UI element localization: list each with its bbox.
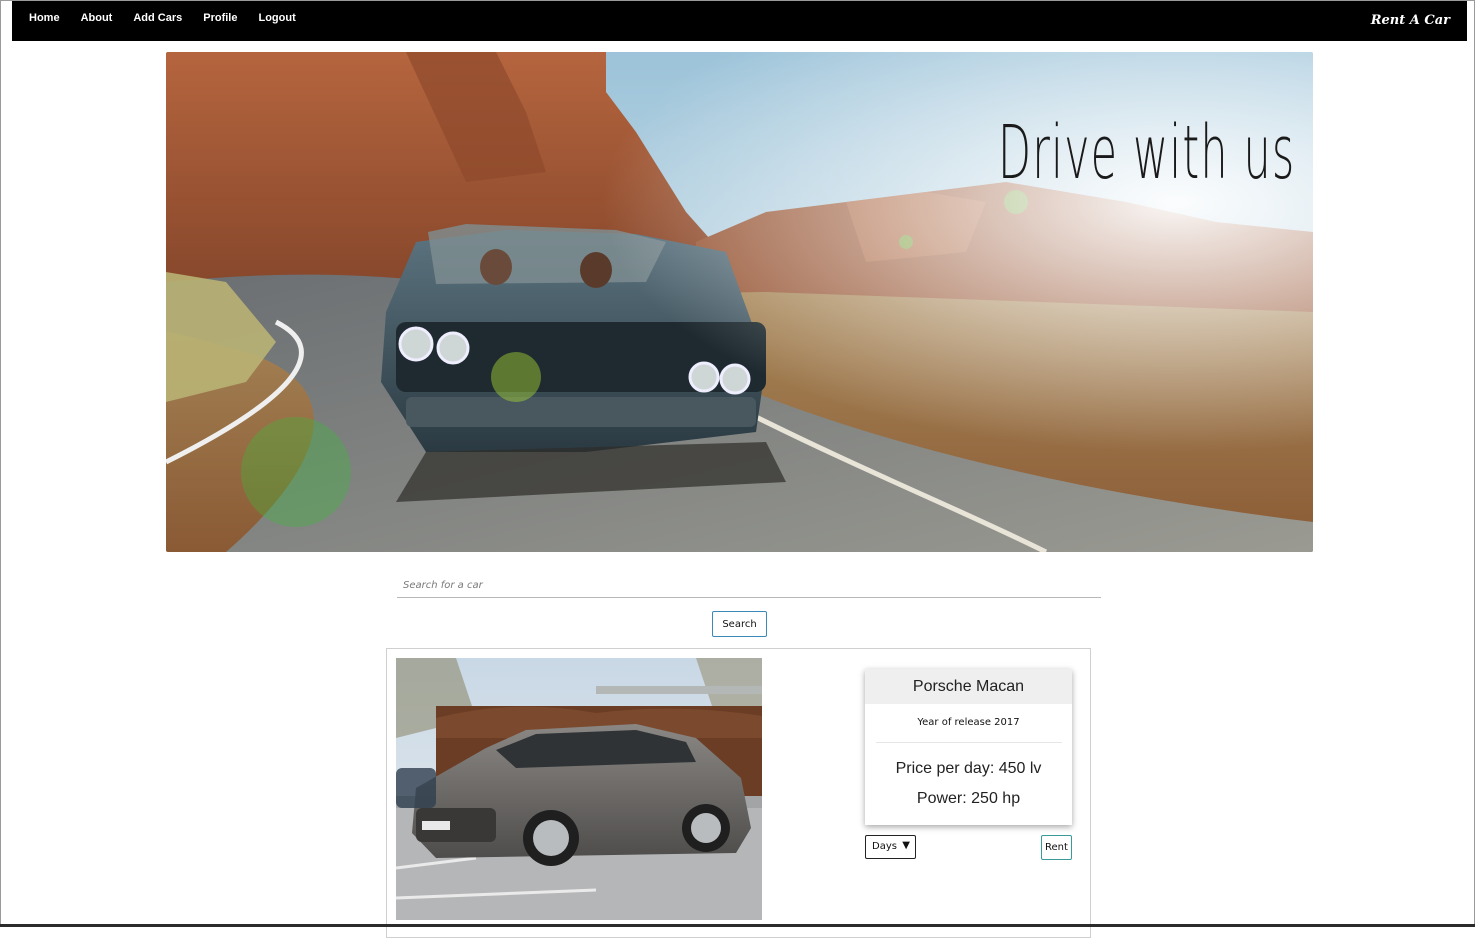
car-photo [396,658,762,920]
car-name: Porsche Macan [865,669,1072,704]
info-divider [875,742,1062,743]
car-price: Price per day: 450 lv [895,760,1042,777]
nav-add-cars-link[interactable]: Add Cars [133,12,182,24]
days-select-label: Days [872,841,897,852]
car-year: Year of release 2017 [917,717,1020,728]
search-input[interactable] [397,574,1101,598]
hero-title: Drive with us [998,110,1296,196]
days-select[interactable]: Days ▼ [865,835,916,859]
brand-name[interactable]: Rent A Car [1371,13,1450,28]
nav-about-link[interactable]: About [81,12,113,24]
hero-banner: Drive with us [166,52,1313,552]
car-info-box: Porsche Macan Year of release 2017 Price… [865,669,1072,825]
nav-profile-link[interactable]: Profile [203,12,237,24]
search-button[interactable]: Search [712,611,767,637]
rent-button[interactable]: Rent [1041,835,1072,860]
nav-logout-link[interactable]: Logout [258,12,295,24]
car-card: Porsche Macan Year of release 2017 Price… [386,648,1091,938]
nav-links: Home About Add Cars Profile Logout [29,12,317,24]
dropdown-arrow-icon: ▼ [902,840,910,851]
car-power: Power: 250 hp [916,790,1021,807]
top-navbar: Home About Add Cars Profile Logout Rent … [12,1,1467,41]
nav-home-link[interactable]: Home [29,12,60,24]
